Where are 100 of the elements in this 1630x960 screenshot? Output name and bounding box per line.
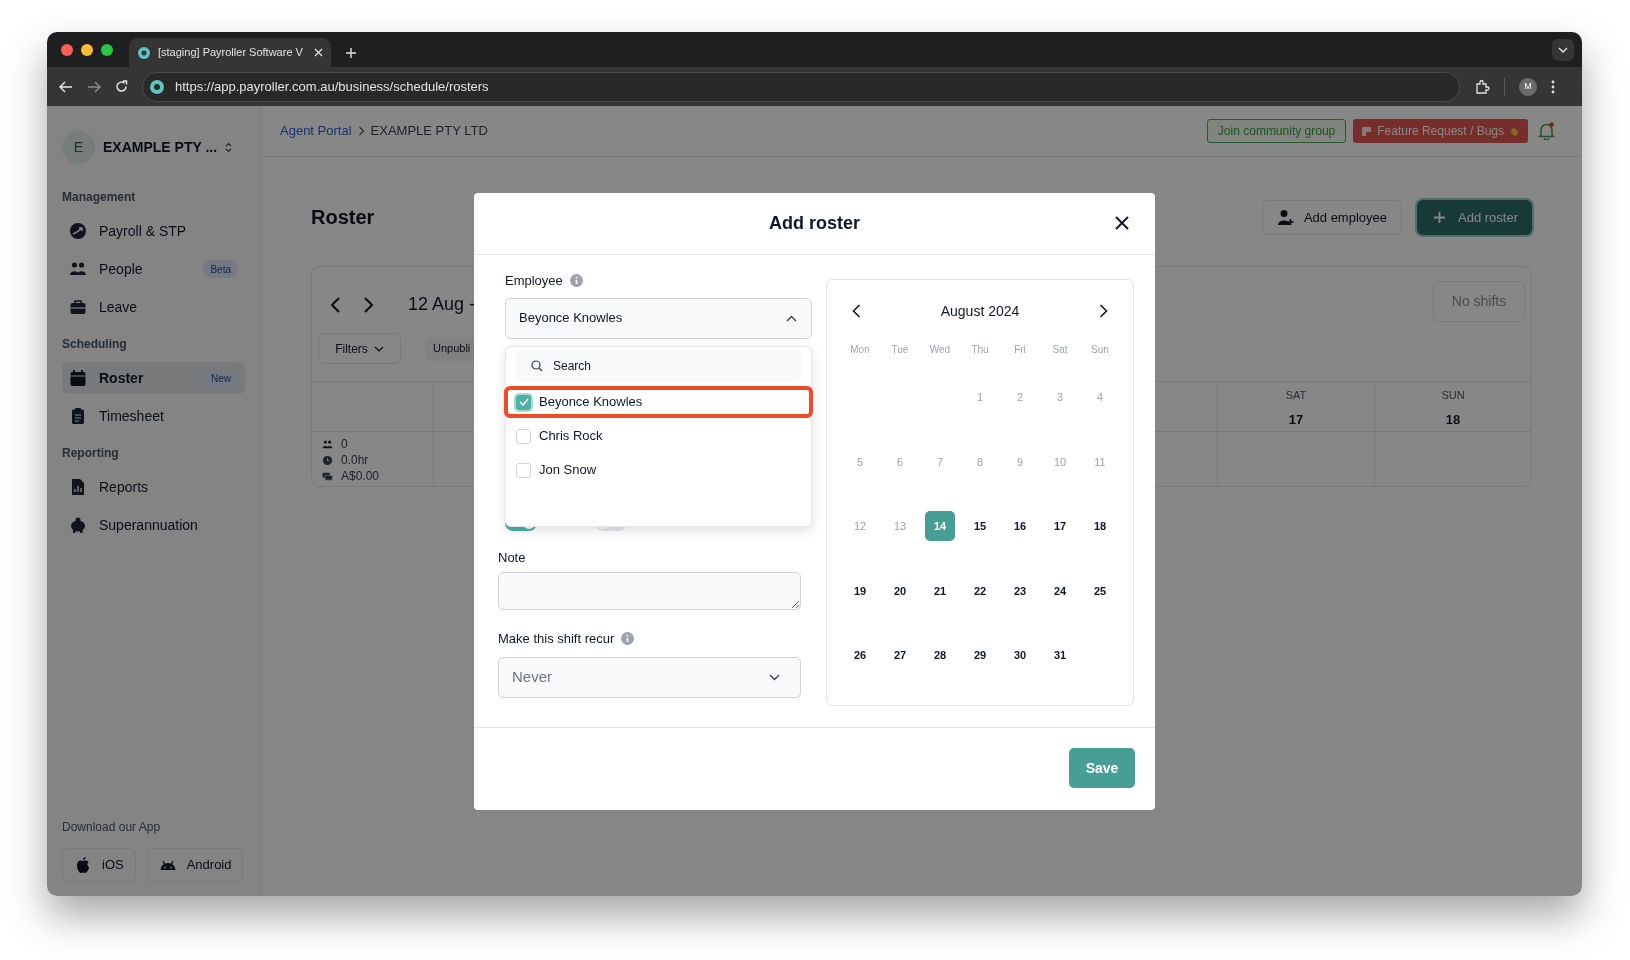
search-icon <box>531 359 543 372</box>
stat-value: 0.0hr <box>341 452 369 469</box>
calendar-day[interactable]: 19 <box>845 575 875 606</box>
site-logo-icon <box>137 45 151 60</box>
forward-icon[interactable] <box>87 80 101 93</box>
calendar-day[interactable]: 30 <box>1005 640 1035 671</box>
add-roster-button[interactable]: Add roster <box>1417 200 1532 235</box>
note-field[interactable] <box>498 572 801 610</box>
new-tab-icon[interactable] <box>345 47 357 59</box>
section-heading: Reporting <box>62 445 120 462</box>
search-field[interactable]: Search <box>516 349 801 382</box>
day-name: SUN <box>1441 388 1465 403</box>
calendar-day[interactable]: 21 <box>925 575 955 606</box>
weekday-label: Wed <box>929 343 951 357</box>
field-label: Employee <box>505 272 563 290</box>
more-options-icon[interactable] <box>1551 79 1555 94</box>
bug-icon <box>1509 125 1520 137</box>
calendar-day[interactable]: 29 <box>965 640 995 671</box>
recur-select[interactable]: Never <box>498 656 801 698</box>
calendar-icon <box>69 369 87 387</box>
sidebar-item[interactable]: Leave <box>62 291 245 323</box>
minimize-window-button[interactable] <box>81 43 93 56</box>
switch-company-icon[interactable] <box>225 142 233 153</box>
chevron-icon <box>786 314 797 322</box>
calendar-day[interactable]: 25 <box>1085 575 1115 606</box>
weekday-label: Sat <box>1052 343 1068 357</box>
section-heading: Management <box>62 189 137 206</box>
app-download-button[interactable]: Android <box>146 848 244 882</box>
chevron-down-icon <box>373 345 384 352</box>
calendar-day: 11 <box>1085 446 1115 477</box>
sidebar-item[interactable]: Reports <box>62 471 245 503</box>
stat-value: 0 <box>341 436 348 453</box>
calendar-day[interactable]: 20 <box>885 575 915 606</box>
calendar-day: 5 <box>845 446 875 477</box>
weekday-label: Fri <box>1014 343 1026 357</box>
company-name[interactable]: EXAMPLE PTY ... <box>103 137 218 158</box>
reload-icon[interactable] <box>115 80 128 93</box>
calendar-day[interactable]: 27 <box>885 640 915 671</box>
app-download-button[interactable]: iOS <box>62 848 136 882</box>
tab-search-button[interactable] <box>1552 39 1574 61</box>
people-icon <box>322 438 333 450</box>
chevron-down-icon <box>1558 47 1568 53</box>
calendar-day[interactable]: 16 <box>1005 511 1035 542</box>
add-person-icon <box>1276 209 1294 226</box>
back-icon[interactable] <box>59 80 73 93</box>
piggy-bank-icon <box>69 516 87 534</box>
calendar-day: 9 <box>1005 446 1035 477</box>
employee-option[interactable]: Chris Rock <box>506 420 811 452</box>
calendar-day[interactable]: 24 <box>1045 575 1075 606</box>
previous-week-icon[interactable] <box>328 295 342 314</box>
calendar-day[interactable]: 22 <box>965 575 995 606</box>
calendar-day[interactable]: 15 <box>965 511 995 542</box>
calendar-day: 1 <box>965 382 995 413</box>
address-bar[interactable]: https://app.payroller.com.au/business/schedule/rosters <box>142 71 1460 102</box>
checkbox[interactable] <box>516 428 531 444</box>
checkbox[interactable] <box>516 394 531 410</box>
download-app-heading: Download our App <box>62 819 162 836</box>
close-tab-icon[interactable] <box>314 48 323 57</box>
add-employee-button[interactable]: Add employee <box>1261 200 1402 235</box>
people-icon <box>69 260 87 278</box>
money-icon <box>322 470 333 482</box>
sidebar-item[interactable]: People Beta <box>62 253 245 285</box>
calendar-day: 7 <box>925 446 955 477</box>
employee-select[interactable]: Beyonce Knowles <box>505 297 812 339</box>
sidebar-item[interactable]: Timesheet <box>62 400 245 432</box>
extensions-icon[interactable] <box>1474 78 1490 95</box>
calendar-day[interactable]: 26 <box>845 640 875 671</box>
profile-avatar[interactable]: M <box>1519 77 1537 96</box>
maximize-window-button[interactable] <box>101 43 113 56</box>
day-date: 18 <box>1445 410 1461 429</box>
employee-option[interactable]: Beyonce Knowles <box>504 386 813 418</box>
next-week-icon[interactable] <box>362 295 376 314</box>
previous-month-icon[interactable] <box>852 304 861 318</box>
badge: Beta <box>203 260 238 278</box>
report-icon <box>69 478 87 496</box>
checkbox[interactable] <box>516 462 531 478</box>
next-month-icon[interactable] <box>1099 304 1108 318</box>
sidebar-item[interactable]: Payroll & STP <box>62 215 245 247</box>
close-window-button[interactable] <box>61 43 73 56</box>
breadcrumb-link[interactable]: Agent Portal <box>280 121 352 141</box>
weekday-label: Sun <box>1091 343 1109 357</box>
calendar-day: 12 <box>845 511 875 542</box>
browser-tab[interactable]: [staging] Payroller Software V <box>129 38 331 67</box>
notification-bell-icon[interactable] <box>1538 122 1555 140</box>
calendar-day[interactable]: 31 <box>1045 640 1075 671</box>
calendar-day: 10 <box>1045 446 1075 477</box>
calendar-day[interactable]: 18 <box>1085 511 1115 542</box>
clock-icon <box>322 454 333 466</box>
calendar-day[interactable]: 17 <box>1045 511 1075 542</box>
page-title: Roster <box>311 205 375 230</box>
calendar-day[interactable]: 28 <box>925 640 955 671</box>
close-icon[interactable] <box>1115 216 1129 230</box>
sidebar-item[interactable]: Superannuation <box>62 509 245 541</box>
calendar-day[interactable]: 23 <box>1005 575 1035 606</box>
employee-option[interactable]: Jon Snow <box>506 454 811 486</box>
url-text: https://app.payroller.com.au/business/schedule/rosters <box>175 77 489 96</box>
calendar-day: 4 <box>1085 382 1115 413</box>
filters-button[interactable]: Filters <box>318 333 401 364</box>
sidebar-item[interactable]: Roster New <box>62 362 245 394</box>
site-logo-icon <box>149 78 165 95</box>
